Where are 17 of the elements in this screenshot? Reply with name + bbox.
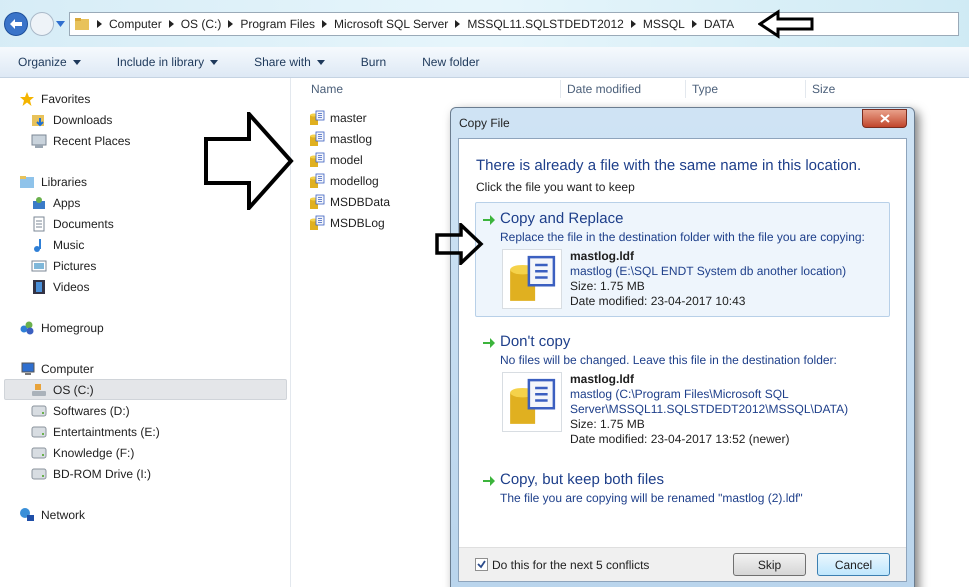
file-size: Size: 1.75 MB <box>570 279 646 294</box>
dialog-heading: There is already a file with the same name in this location. <box>476 157 862 175</box>
file-size: Size: 1.75 MB <box>570 417 646 432</box>
option-description: Replace the file in the destination folder with the file you are copying: <box>500 229 865 246</box>
option-description: No files will be changed. Leave this file in the destination folder: <box>500 352 837 369</box>
dialog-instruction: Click the file you want to keep <box>476 179 636 196</box>
option-title: Copy, but keep both files <box>500 471 665 489</box>
option-description: The file you are copying will be renamed "mastlog (2).ldf" <box>500 490 803 507</box>
file-name: mastlog.ldf <box>570 249 636 264</box>
file-date: Date modified: 23-04-2017 10:43 <box>570 294 746 309</box>
file-name: mastlog.ldf <box>570 372 636 387</box>
option-title: Copy and Replace <box>500 210 624 228</box>
file-location: mastlog (C:\Program Files\Microsoft SQL Server\MSSQL11.SQLSTDEDT2012\MSSQL\DATA) <box>570 387 850 417</box>
option-title: Don't copy <box>500 333 572 351</box>
file-location: mastlog (E:\SQL ENDT System db another location) <box>570 264 848 279</box>
file-date: Date modified: 23-04-2017 13:52 (newer) <box>570 432 790 447</box>
dialog-title: Copy File <box>458 115 510 132</box>
